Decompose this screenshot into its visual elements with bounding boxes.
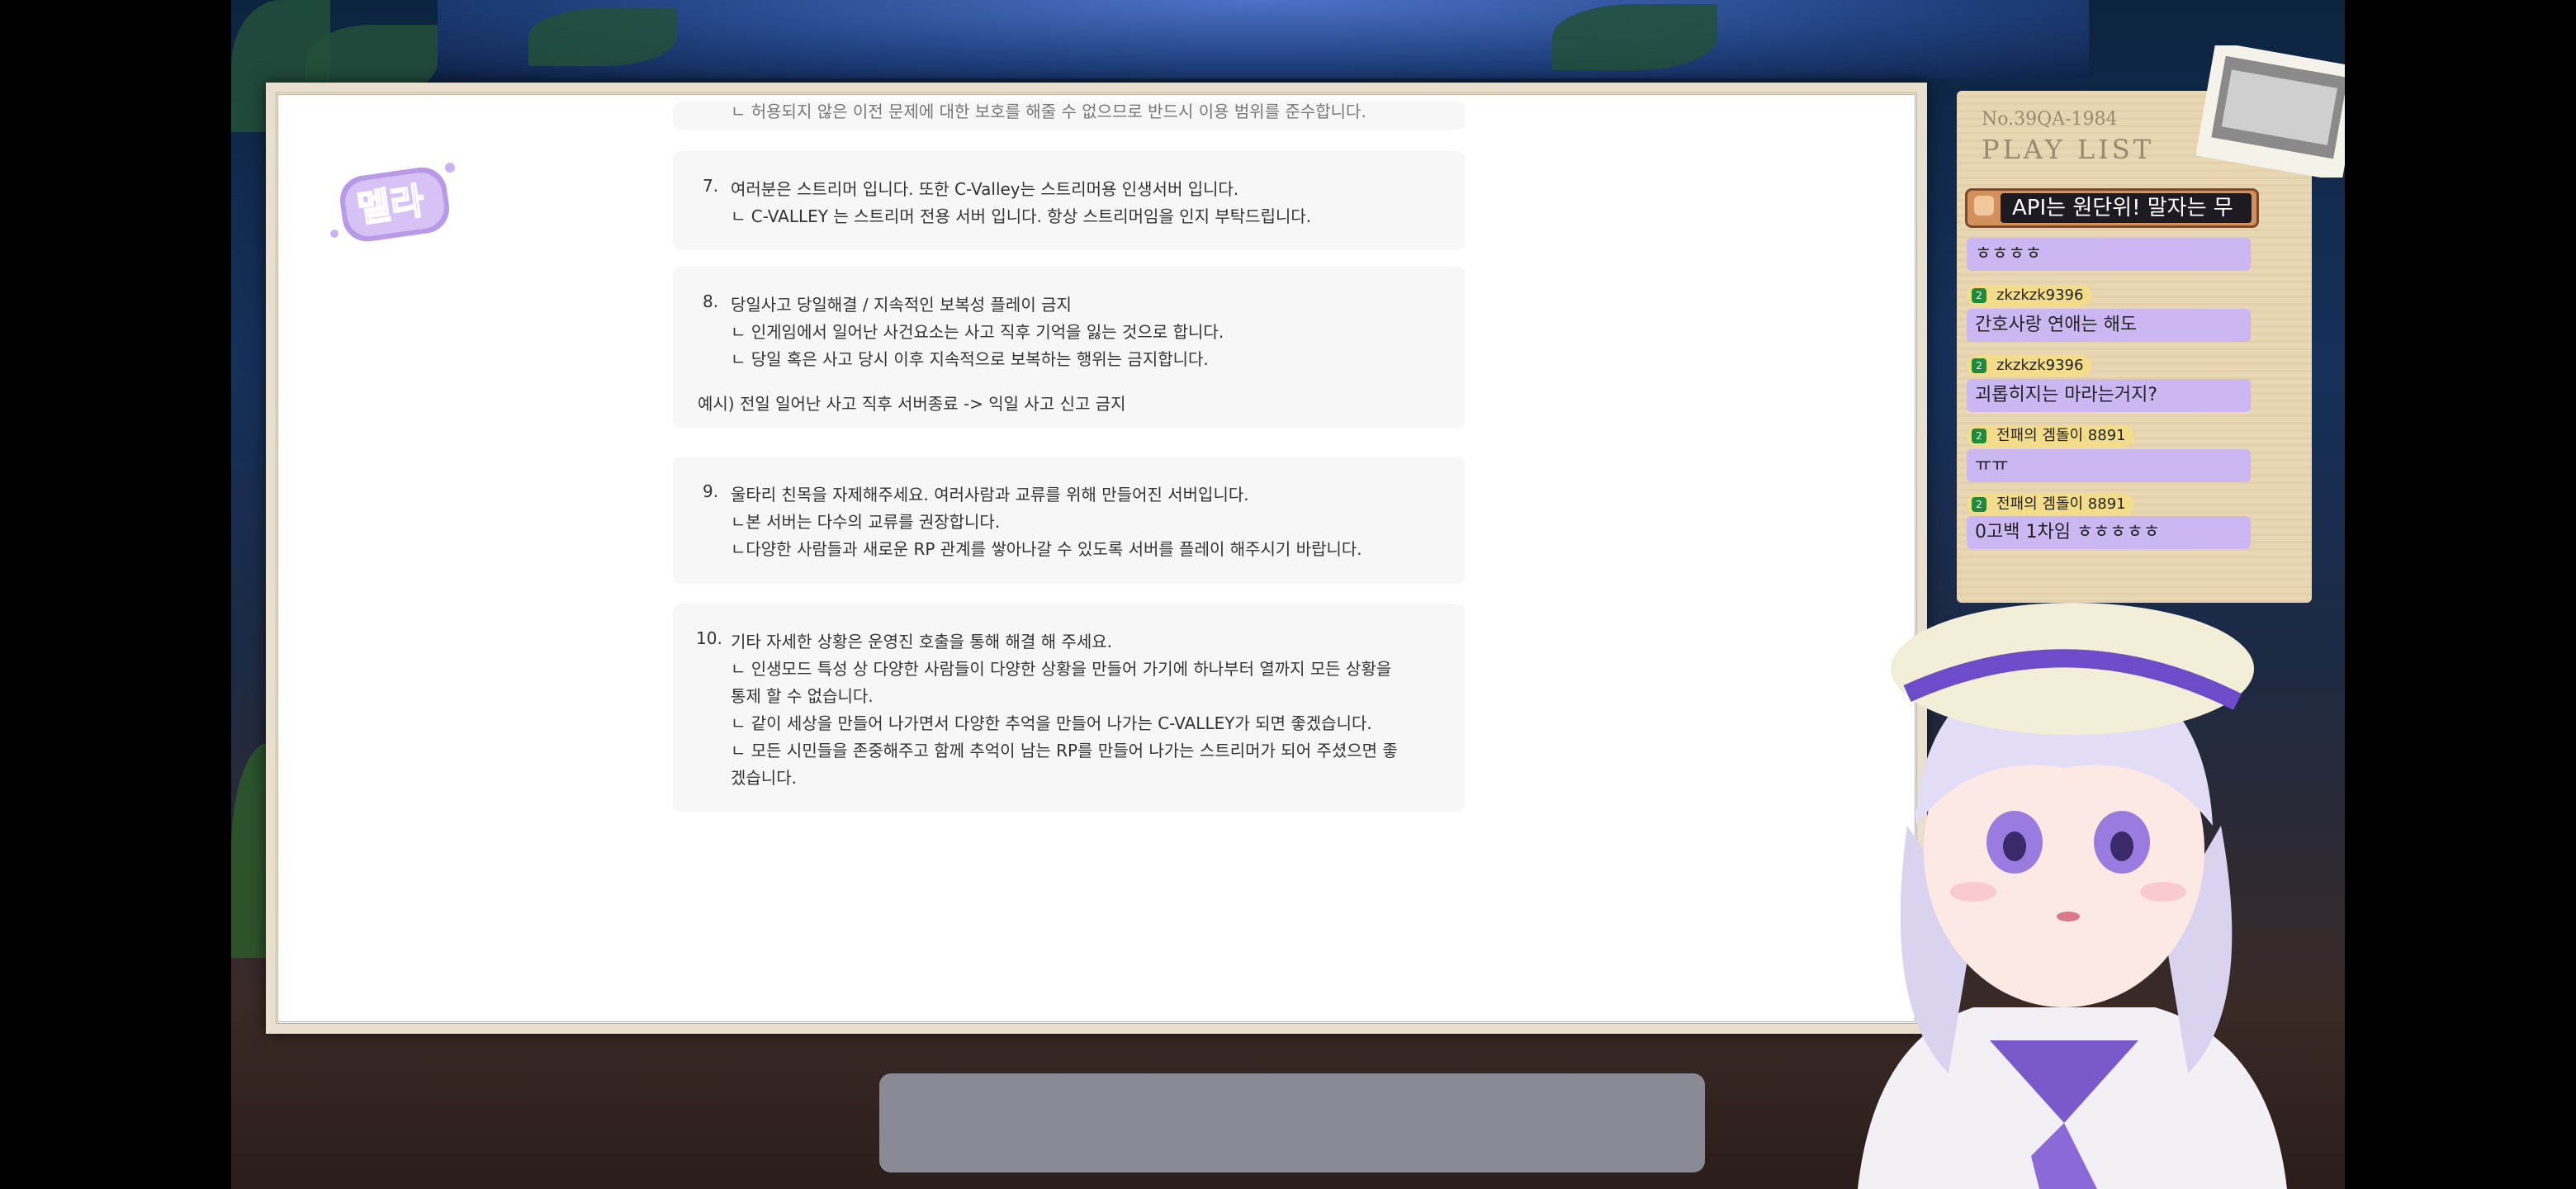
chat-message: 0고백 1차임 ㅎㅎㅎㅎㅎ bbox=[1967, 516, 2251, 549]
level-badge-icon: 2 bbox=[1972, 497, 1986, 512]
chat-message: 간호사랑 연애는 해도 bbox=[1967, 309, 2251, 342]
rule-card-partial: ㄴ 허용되지 않은 이전 문제에 대한 보호를 해줄 수 없으므로 반드시 이용… bbox=[673, 102, 1466, 130]
keyboard-decoration bbox=[879, 1073, 1705, 1172]
rule-line: ㄴ 모든 시민들을 존중해주고 함께 추억이 남는 RP를 만들어 나가는 스트… bbox=[731, 741, 1398, 760]
rule-line: ㄴ 인생모드 특성 상 다양한 사람들이 다양한 상황을 만들어 가기에 하나부… bbox=[731, 659, 1392, 679]
playlist-serial: No.39QA-1984 bbox=[1982, 109, 2118, 130]
chat-username: 2 zkzkzk9396 bbox=[1967, 285, 2092, 306]
paw-icon bbox=[1974, 196, 1994, 216]
chat-username-text: zkzkzk9396 bbox=[1996, 357, 2084, 374]
screen-frame-inner: 멜라 ㄴ 허용되지 않은 이전 문제에 대한 보호를 해줄 수 없으므로 반드시… bbox=[276, 92, 1917, 1024]
rule-card-9: 9. 울타리 친목을 자제해주세요. 여러사람과 교류를 위해 만들어진 서버입… bbox=[673, 457, 1466, 584]
rule-line: 겠습니다. bbox=[731, 768, 797, 788]
announcement-text: API는 원단위! 말자는 무 bbox=[2001, 193, 2252, 223]
rule-line: ㄴ 인게임에서 일어난 사건요소는 사고 직후 기억을 잃는 것으로 합니다. bbox=[731, 322, 1224, 342]
level-badge-icon: 2 bbox=[1972, 288, 1986, 303]
chat-message: ㅠㅠ bbox=[1967, 449, 2251, 482]
rule-line: ㄴ다양한 사람들과 새로운 RP 관계를 쌓아나갈 수 있도록 서버를 플레이 … bbox=[731, 539, 1362, 559]
level-badge-icon: 2 bbox=[1972, 358, 1986, 373]
chat-username: 2 zkzkzk9396 bbox=[1967, 355, 2092, 377]
rule-line: ㄴ 당일 혹은 사고 당시 이후 지속적으로 보복하는 행위는 금지합니다. bbox=[731, 349, 1209, 369]
rule-line: 당일사고 당일해결 / 지속적인 보복성 플레이 금지 bbox=[731, 295, 1072, 315]
rule-card-10: 10. 기타 자세한 상황은 운영진 호출을 통해 해결 해 주세요. ㄴ 인생… bbox=[673, 604, 1466, 812]
rule-number: 10. bbox=[696, 628, 722, 648]
rule-card-7: 7. 여러분은 스트리머 입니다. 또한 C-Valley는 스트리머용 인생서… bbox=[673, 151, 1466, 250]
leaf-decoration bbox=[528, 8, 677, 66]
window-night-sky bbox=[438, 0, 2089, 78]
chat-message: 괴롭히지는 마라는거지? bbox=[1967, 379, 2251, 412]
chat-username-text: 전패의 겜돌이 8891 bbox=[1996, 495, 2126, 513]
rule-line: ㄴ 같이 세상을 만들어 나가면서 다양한 추억을 만들어 나가는 C-VALL… bbox=[731, 713, 1372, 733]
chat-message: ㅎㅎㅎㅎ bbox=[1967, 238, 2251, 271]
chat-username: 2 전패의 겜돌이 8891 bbox=[1967, 494, 2134, 515]
rule-card-8: 8. 당일사고 당일해결 / 지속적인 보복성 플레이 금지 ㄴ 인게임에서 일… bbox=[673, 267, 1466, 429]
leaf-decoration bbox=[1552, 4, 1717, 70]
chat-username: 2 전패의 겜돌이 8891 bbox=[1967, 425, 2134, 447]
rule-line: 울타리 친목을 자제해주세요. 여러사람과 교류를 위해 만들어진 서버입니다. bbox=[731, 485, 1249, 504]
rule-line: ㄴ본 서버는 다수의 교류를 권장합니다. bbox=[731, 512, 1001, 532]
rule-number: 7. bbox=[703, 176, 719, 196]
chat-username-text: 전패의 겜돌이 8891 bbox=[1996, 427, 2126, 444]
vtuber-avatar bbox=[1858, 603, 2287, 1189]
api-announcement-banner: API는 원단위! 말자는 무 bbox=[1965, 188, 2259, 228]
rule-number: 8. bbox=[703, 291, 719, 311]
chat-username-text: zkzkzk9396 bbox=[1996, 287, 2084, 304]
building-photo bbox=[2196, 45, 2345, 178]
rule-example: 예시) 전일 일어난 사고 직후 서버종료 -> 익일 사고 신고 금지 bbox=[698, 394, 1126, 414]
rule-line: ㄴ C-VALLEY 는 스트리머 전용 서버 입니다. 항상 스트리머임을 인… bbox=[731, 206, 1312, 226]
rule-line: 통제 할 수 없습니다. bbox=[731, 686, 874, 706]
level-badge-icon: 2 bbox=[1972, 429, 1986, 443]
melra-logo: 멜라 bbox=[330, 163, 455, 242]
rule-line: ㄴ 허용되지 않은 이전 문제에 대한 보호를 해줄 수 없으므로 반드시 이용… bbox=[731, 102, 1366, 121]
screen-frame: 멜라 ㄴ 허용되지 않은 이전 문제에 대한 보호를 해줄 수 없으므로 반드시… bbox=[266, 83, 1927, 1034]
rules-document-screen[interactable]: 멜라 ㄴ 허용되지 않은 이전 문제에 대한 보호를 해줄 수 없으므로 반드시… bbox=[285, 102, 1908, 1015]
rule-number: 9. bbox=[703, 481, 719, 501]
rule-line: 여러분은 스트리머 입니다. 또한 C-Valley는 스트리머용 인생서버 입… bbox=[731, 179, 1239, 199]
rule-line: 기타 자세한 상황은 운영진 호출을 통해 해결 해 주세요. bbox=[731, 632, 1113, 651]
playlist-title: PLAY LIST bbox=[1982, 134, 2155, 165]
